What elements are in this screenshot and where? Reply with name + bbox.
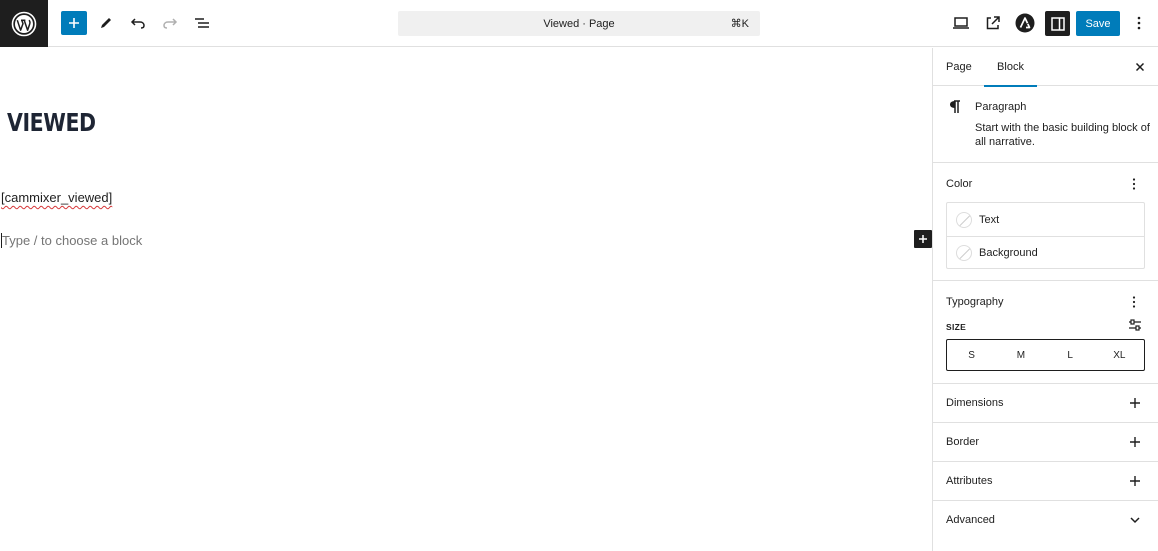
tab-block[interactable]: Block <box>984 48 1037 87</box>
empty-paragraph-placeholder[interactable]: Type / to choose a block <box>1 233 142 248</box>
wordpress-logo-icon <box>11 11 37 36</box>
inline-block-inserter-button[interactable] <box>914 230 932 248</box>
color-item-label: Text <box>979 213 1000 226</box>
color-item-label: Background <box>979 247 1038 259</box>
redo-icon <box>163 18 178 29</box>
attributes-panel[interactable]: Attributes <box>933 462 1158 501</box>
more-vertical-icon <box>1132 296 1136 308</box>
block-inserter-button[interactable] <box>61 11 87 35</box>
typography-options-button[interactable] <box>1129 295 1139 309</box>
list-view-button[interactable] <box>189 11 215 35</box>
color-panel: Color Text Background <box>933 163 1158 281</box>
settings-sidebar-toggle[interactable] <box>1045 11 1070 36</box>
paragraph-icon <box>950 100 960 113</box>
page-title[interactable]: VIEWED <box>7 108 96 137</box>
block-description: Start with the basic building block of a… <box>975 122 1150 148</box>
border-panel-title: Border <box>946 436 980 448</box>
color-panel-title: Color <box>946 178 973 190</box>
chevron-down-icon[interactable] <box>1129 514 1141 526</box>
color-options-button[interactable] <box>1129 177 1139 191</box>
close-sidebar-button[interactable] <box>1133 60 1147 74</box>
astra-settings-button[interactable] <box>1012 11 1038 35</box>
color-settings-list: Text Background <box>946 202 1145 269</box>
font-size-option-m[interactable]: M <box>996 340 1045 370</box>
desktop-preview-icon <box>953 17 969 29</box>
dimensions-panel-title: Dimensions <box>946 397 1004 409</box>
plus-icon <box>69 18 79 28</box>
sidebar-toggle-icon <box>1050 16 1065 31</box>
pen-icon <box>101 18 111 28</box>
options-button[interactable] <box>1126 11 1152 35</box>
advanced-panel-title: Advanced <box>946 514 995 526</box>
shortcode-paragraph[interactable]: [cammixer_viewed] <box>1 190 112 205</box>
editor-header: Viewed · Page ⌘K Save <box>0 0 1158 47</box>
empty-color-swatch <box>956 211 972 228</box>
color-item-background[interactable]: Background <box>947 236 1144 269</box>
plus-icon[interactable] <box>1129 397 1141 409</box>
plus-icon <box>919 235 927 243</box>
dimensions-panel[interactable]: Dimensions <box>933 384 1158 423</box>
wordpress-logo-button[interactable] <box>0 0 48 47</box>
attributes-panel-title: Attributes <box>946 475 993 487</box>
font-size-option-l[interactable]: L <box>1046 340 1095 370</box>
font-size-picker: S M L XL <box>946 339 1145 371</box>
plus-icon[interactable] <box>1129 475 1141 487</box>
font-size-option-s[interactable]: S <box>947 340 996 370</box>
shortcut-hint: ⌘K <box>730 18 749 30</box>
more-vertical-icon <box>1137 16 1141 30</box>
typography-panel-title: Typography <box>946 296 1004 308</box>
redo-button[interactable] <box>157 11 183 35</box>
external-link-icon <box>986 16 1000 30</box>
settings-sidebar: Page Block Paragraph Start with the basi… <box>932 48 1158 551</box>
tab-page[interactable]: Page <box>946 48 972 86</box>
editor-canvas[interactable]: VIEWED [cammixer_viewed] Type / to choos… <box>0 48 932 551</box>
more-vertical-icon <box>1132 178 1136 190</box>
tools-button[interactable] <box>93 11 119 35</box>
command-palette-bar[interactable]: Viewed · Page ⌘K <box>398 11 760 36</box>
font-size-label: SIZE <box>946 322 967 332</box>
typography-panel: Typography SIZE S M L XL <box>933 281 1158 384</box>
empty-color-swatch <box>956 245 972 261</box>
save-button[interactable]: Save <box>1076 11 1120 36</box>
undo-icon <box>130 18 145 29</box>
border-panel[interactable]: Border <box>933 423 1158 462</box>
color-item-text[interactable]: Text <box>947 203 1144 236</box>
document-title: Viewed · Page <box>543 17 615 30</box>
block-card: Paragraph Start with the basic building … <box>933 86 1158 163</box>
view-page-button[interactable] <box>980 11 1006 35</box>
list-view-icon <box>195 18 209 28</box>
astra-icon <box>1015 13 1035 33</box>
advanced-panel[interactable]: Advanced <box>933 501 1158 540</box>
sidebar-tabs: Page Block <box>933 48 1158 87</box>
preview-button[interactable] <box>948 11 974 35</box>
plus-icon[interactable] <box>1129 436 1141 448</box>
block-name: Paragraph <box>975 101 1027 113</box>
settings-sliders-icon[interactable] <box>1128 319 1142 331</box>
font-size-option-xl[interactable]: XL <box>1095 340 1144 370</box>
undo-button[interactable] <box>125 11 151 35</box>
close-icon <box>1135 62 1145 72</box>
